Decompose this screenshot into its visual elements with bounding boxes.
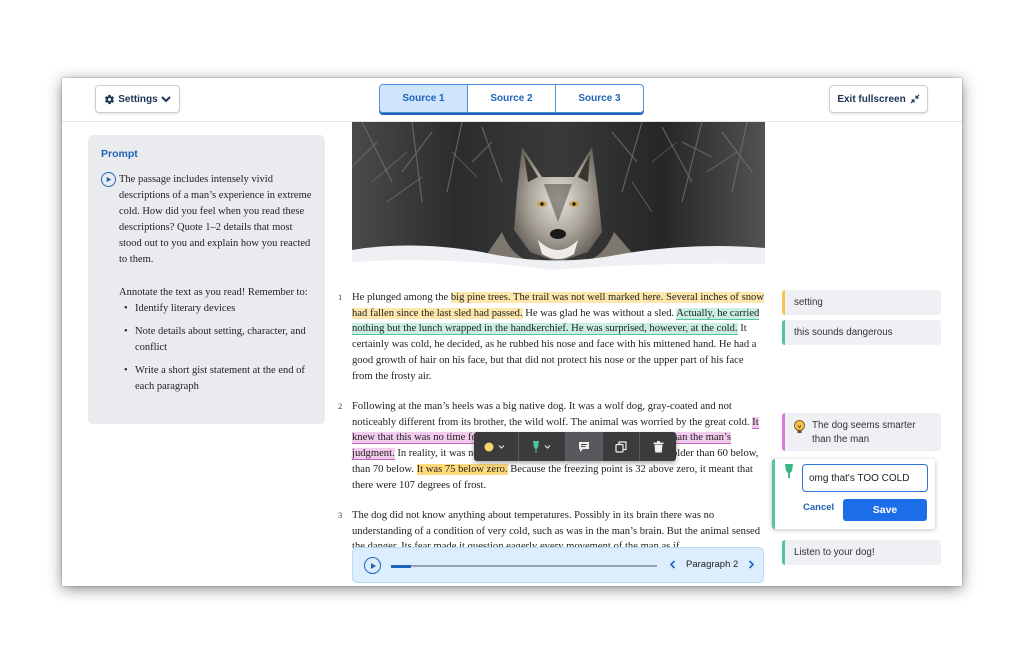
pin-icon (533, 440, 551, 453)
prompt-instructions: Annotate the text as you read! Remember … (119, 287, 308, 298)
text-span: Following at the man’s heels was a big n… (352, 401, 753, 428)
list-item: Note details about setting, character, a… (119, 324, 319, 356)
source-tabs: Source 1 Source 2 Source 3 (379, 84, 644, 113)
chevron-right-icon[interactable] (748, 560, 755, 569)
settings-button[interactable]: Settings (95, 85, 180, 113)
gear-icon (105, 94, 115, 104)
text-span: He was glad he was without a sled. (522, 307, 677, 319)
prompt-list: Identify literary devices Note details a… (119, 301, 312, 395)
play-prompt-icon[interactable] (101, 172, 116, 187)
chevron-left-icon[interactable] (669, 560, 676, 569)
trash-icon (653, 440, 663, 452)
prompt-panel: Prompt The passage includes intensely vi… (88, 135, 325, 424)
copy-icon (615, 440, 627, 453)
audio-progress-fill (391, 564, 411, 568)
list-item: Write a short gist statement at the end … (119, 363, 319, 395)
note-card[interactable]: setting (782, 290, 941, 315)
prompt-text: The passage includes intensely vivid des… (119, 174, 312, 265)
comment-button[interactable] (566, 432, 603, 461)
app-window: Settings Source 1 Source 2 Source 3 Exit… (62, 78, 962, 586)
note-input[interactable]: omg that's TOO COLD (802, 464, 928, 492)
paragraph-number: 1 (338, 292, 343, 302)
highlight-yellow[interactable]: It was 75 below zero. (416, 463, 508, 475)
collapse-icon (910, 94, 920, 104)
note-color-picker[interactable] (519, 432, 566, 461)
pin-icon (785, 464, 793, 478)
annotation-toolbar (474, 432, 676, 461)
paragraph-3: The dog did not know anything about temp… (352, 510, 761, 548)
settings-label: Settings (118, 93, 158, 105)
delete-button[interactable] (640, 432, 676, 461)
note-editor: omg that's TOO COLD Cancel Save (772, 459, 935, 529)
chevron-down-icon (161, 96, 171, 103)
lightbulb-icon (794, 420, 805, 433)
tab-source-1[interactable]: Source 1 (380, 85, 468, 112)
yellow-circle-icon (484, 442, 505, 451)
comment-icon (579, 441, 589, 452)
note-card[interactable]: Listen to your dog! (782, 540, 941, 565)
play-button[interactable] (364, 557, 381, 574)
paragraph-number: 3 (338, 510, 343, 520)
note-text: Listen to your dog! (794, 547, 875, 558)
wolf-image (352, 122, 765, 276)
tab-source-2[interactable]: Source 2 (468, 85, 556, 112)
note-text: this sounds dangerous (794, 327, 893, 338)
exit-fullscreen-label: Exit fullscreen (837, 93, 906, 105)
play-icon (370, 562, 376, 569)
paragraph-navigator: Paragraph 2 (669, 559, 755, 570)
audio-progress-track[interactable] (391, 564, 657, 568)
exit-fullscreen-button[interactable]: Exit fullscreen (829, 85, 928, 113)
tab-source-3[interactable]: Source 3 (556, 85, 643, 112)
audio-player: Paragraph 2 (352, 547, 764, 583)
top-bar: Settings Source 1 Source 2 Source 3 Exit… (62, 78, 962, 122)
save-button[interactable]: Save (843, 499, 927, 521)
note-text: setting (794, 297, 823, 308)
cancel-button[interactable]: Cancel (803, 502, 834, 513)
note-text: The dog seems smarter than the man (812, 420, 916, 445)
note-card[interactable]: The dog seems smarter than the man (782, 413, 941, 451)
paragraph-number: 2 (338, 401, 343, 411)
paragraph-label: Paragraph 2 (686, 559, 739, 570)
list-item: Identify literary devices (119, 301, 319, 317)
paragraph-1: He plunged among the big pine trees. The… (352, 290, 764, 384)
text-span: He plunged among the (352, 292, 451, 303)
copy-button[interactable] (603, 432, 640, 461)
note-card[interactable]: this sounds dangerous (782, 320, 941, 345)
highlight-color-picker[interactable] (474, 432, 519, 461)
prompt-title: Prompt (101, 148, 138, 160)
